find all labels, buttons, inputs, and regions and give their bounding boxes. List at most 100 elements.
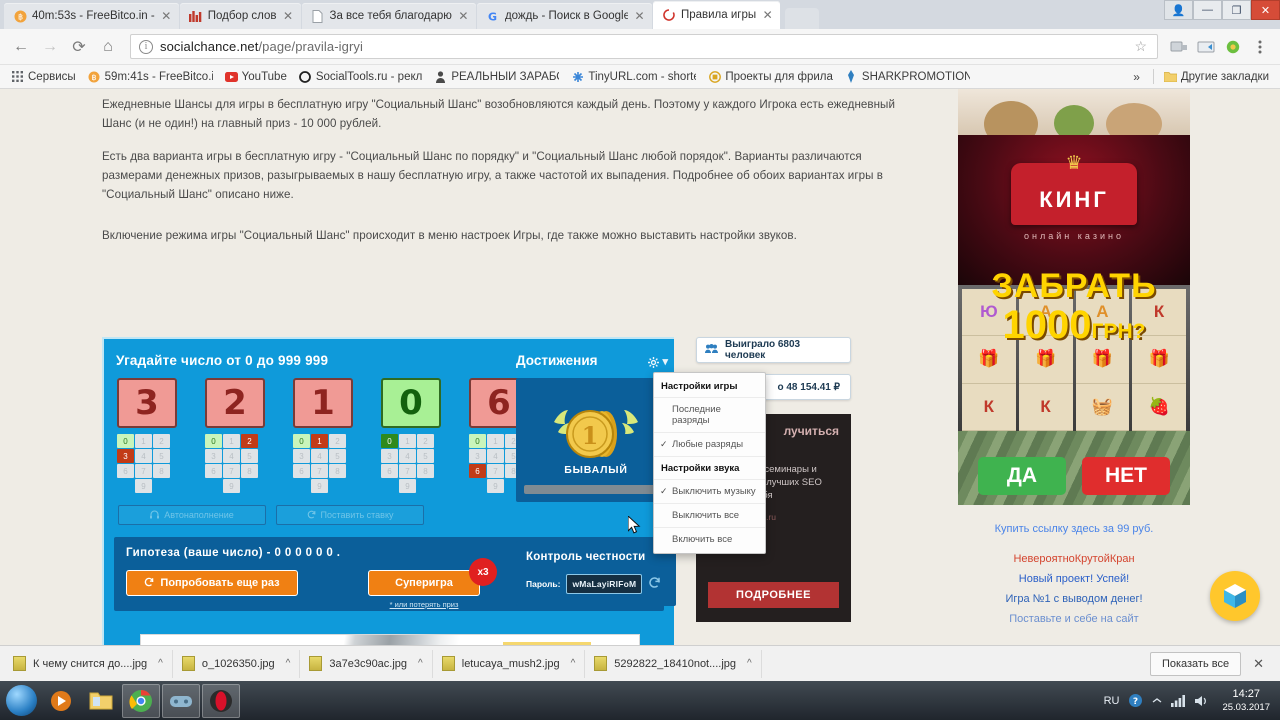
home-button[interactable]: ⌂ <box>95 34 121 60</box>
tab-0[interactable]: ฿ 40m:53s - FreeBitco.in - ✕ <box>4 3 179 29</box>
refresh-icon[interactable] <box>648 576 661 592</box>
menu-item-any-digits[interactable]: ✓ Любые разряды <box>654 432 765 456</box>
taskbar-game-controller[interactable] <box>162 683 200 718</box>
bookmark-proekty[interactable]: Проекты для фрила <box>703 68 838 85</box>
pad-key-2[interactable]: 2 <box>329 434 346 448</box>
pad-key-2[interactable]: 2 <box>241 434 258 448</box>
autofill-button[interactable]: Автонаполнение <box>118 505 266 525</box>
extension-icon-3[interactable] <box>1221 35 1245 59</box>
tab-4-active[interactable]: Правила игры ✕ <box>652 1 781 29</box>
extension-icon-1[interactable] <box>1167 35 1191 59</box>
page-info-icon[interactable]: i <box>139 39 153 54</box>
menu-item-mute-all[interactable]: Выключить все <box>654 503 765 527</box>
tab-close-button[interactable]: ✕ <box>457 10 470 22</box>
winners-count-pill[interactable]: Выиграло 6803 человек <box>696 337 851 363</box>
pad-key-9[interactable]: 9 <box>487 479 504 493</box>
digit-box[interactable]: 1 <box>293 378 353 428</box>
close-window-button[interactable]: ✕ <box>1251 0 1280 20</box>
pad-key-9[interactable]: 9 <box>223 479 240 493</box>
menu-item-last-digits[interactable]: Последние разряды <box>654 397 765 432</box>
pad-key-1[interactable]: 1 <box>135 434 152 448</box>
food-photo-banner[interactable] <box>958 89 1190 135</box>
pad-key-8[interactable]: 8 <box>329 464 346 478</box>
digit-keypad[interactable]: 0 1 2 3 4 5 6 7 8 9 <box>381 434 460 493</box>
bookmark-youtube[interactable]: YouTube <box>220 68 292 85</box>
download-item-4[interactable]: 5292822_18410not....jpg ^ <box>585 649 762 678</box>
pad-key-0[interactable]: 0 <box>381 434 398 448</box>
lose-prize-note[interactable]: * или потерять приз <box>368 600 480 609</box>
user-profile-button[interactable]: 👤 <box>1164 0 1193 20</box>
pad-key-4[interactable]: 4 <box>135 449 152 463</box>
pad-key-3[interactable]: 3 <box>293 449 310 463</box>
pad-key-0[interactable]: 0 <box>293 434 310 448</box>
tab-close-button[interactable]: ✕ <box>761 9 774 21</box>
digit-box-correct[interactable]: 0 <box>381 378 441 428</box>
close-downloads-bar-button[interactable]: ✕ <box>1241 656 1276 672</box>
pad-key-2[interactable]: 2 <box>153 434 170 448</box>
download-item-3[interactable]: letucaya_mush2.jpg ^ <box>433 649 586 678</box>
volume-icon[interactable] <box>1195 695 1209 707</box>
download-item-1[interactable]: o_1026350.jpg ^ <box>173 649 301 678</box>
bookmark-sharkpromotion[interactable]: SHARKPROMOTION. <box>840 68 975 85</box>
pad-key-6[interactable]: 6 <box>293 464 310 478</box>
menu-item-mute-music[interactable]: ✓ Выключить музыку <box>654 479 765 503</box>
digit-keypad[interactable]: 0 1 2 3 4 5 6 7 8 9 <box>293 434 372 493</box>
taskbar-media-player[interactable] <box>42 684 80 718</box>
bookmark-freebitco[interactable]: ฿ 59m:41s - FreeBitco.i <box>83 68 218 85</box>
bookmark-apps[interactable]: Сервисы <box>6 68 81 85</box>
menu-item-unmute-all[interactable]: Включить все <box>654 527 765 551</box>
maximize-button[interactable]: ❐ <box>1222 0 1251 20</box>
download-menu-button[interactable]: ^ <box>567 658 576 669</box>
tab-2[interactable]: За все тебя благодарю ✕ <box>301 3 476 29</box>
download-menu-button[interactable]: ^ <box>414 658 423 669</box>
sidebar-link-new-project[interactable]: Новый проект! Успей! <box>958 569 1190 589</box>
leone-finance-banner[interactable]: LEONE FINANCE индивидуальное ведение тор… <box>140 634 640 645</box>
reload-button[interactable]: ⟳ <box>66 34 92 60</box>
pad-key-3[interactable]: 3 <box>205 449 222 463</box>
pad-key-4[interactable]: 4 <box>399 449 416 463</box>
pad-key-8[interactable]: 8 <box>241 464 258 478</box>
digit-keypad[interactable]: 0 1 2 3 4 5 6 7 8 9 <box>205 434 284 493</box>
pad-key-9[interactable]: 9 <box>399 479 416 493</box>
pad-key-5[interactable]: 5 <box>417 449 434 463</box>
pad-key-4[interactable]: 4 <box>487 449 504 463</box>
taskbar-explorer[interactable] <box>82 684 120 718</box>
taskbar-clock[interactable]: 14:27 25.03.2017 <box>1218 688 1270 714</box>
tab-close-button[interactable]: ✕ <box>282 10 295 22</box>
try-again-button[interactable]: Попробовать еще раз <box>126 570 298 596</box>
tab-1[interactable]: Подбор слов ✕ <box>179 3 301 29</box>
new-tab-button[interactable] <box>785 8 820 29</box>
password-field[interactable]: wMaLayiRlFoM <box>566 574 643 594</box>
pad-key-6[interactable]: 6 <box>469 464 486 478</box>
pad-key-3[interactable]: 3 <box>117 449 134 463</box>
pad-key-0[interactable]: 0 <box>469 434 486 448</box>
pad-key-8[interactable]: 8 <box>153 464 170 478</box>
language-indicator[interactable]: RU <box>1104 695 1120 707</box>
place-bet-button[interactable]: Поставить ставку <box>276 505 424 525</box>
extension-icon-2[interactable] <box>1194 35 1218 59</box>
bookmark-tinyurl[interactable]: TinyURL.com - shorte <box>566 68 701 85</box>
casino-ad-banner[interactable]: ♛ КИНГ онлайн казино Ю 🎁 К A 🎁 К A 🎁 🧺 К… <box>958 135 1190 505</box>
download-item-2[interactable]: 3a7e3c90ac.jpg ^ <box>300 649 433 678</box>
pad-key-5[interactable]: 5 <box>153 449 170 463</box>
pad-key-1[interactable]: 1 <box>223 434 240 448</box>
taskbar-chrome[interactable] <box>122 683 160 718</box>
casino-yes-button[interactable]: ДА <box>978 457 1066 495</box>
minimize-button[interactable]: — <box>1193 0 1222 20</box>
bookmark-socialtools[interactable]: SocialTools.ru - рекл <box>294 68 427 85</box>
pad-key-4[interactable]: 4 <box>223 449 240 463</box>
pad-key-1[interactable]: 1 <box>487 434 504 448</box>
pad-key-7[interactable]: 7 <box>487 464 504 478</box>
start-button[interactable] <box>1 683 41 719</box>
tab-close-button[interactable]: ✕ <box>160 10 173 22</box>
address-bar[interactable]: i socialchance.net/page/pravila-igryi ☆ <box>130 34 1158 59</box>
pad-key-6[interactable]: 6 <box>205 464 222 478</box>
help-icon[interactable]: ? <box>1128 693 1143 708</box>
pad-key-7[interactable]: 7 <box>223 464 240 478</box>
other-bookmarks-folder[interactable]: Другие закладки <box>1159 68 1274 85</box>
sidebar-link-buy[interactable]: Купить ссылку здесь за 99 руб. <box>958 519 1190 539</box>
casino-no-button[interactable]: НЕТ <box>1082 457 1170 495</box>
seo-ad-cta-button[interactable]: ПОДРОБНЕЕ <box>708 582 839 608</box>
forward-button[interactable]: → <box>37 34 63 60</box>
network-icon[interactable] <box>1171 694 1186 707</box>
